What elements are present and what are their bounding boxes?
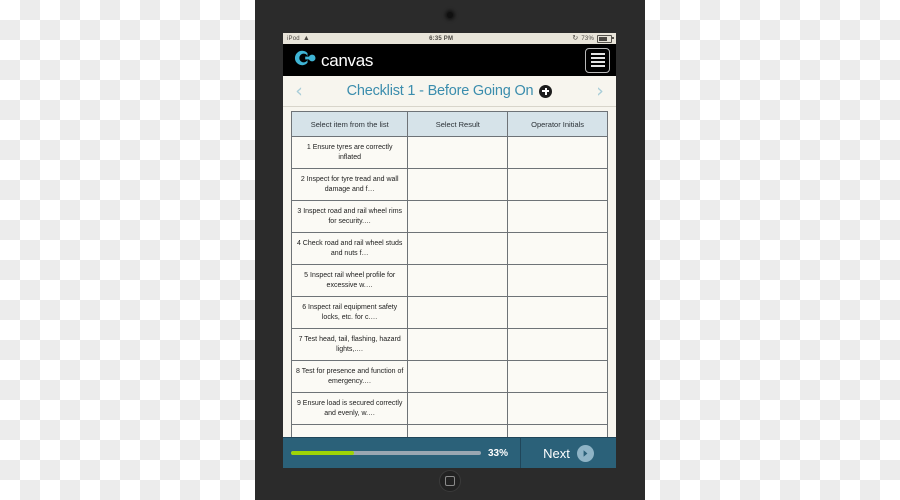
next-page-arrow-icon[interactable]: › — [590, 81, 610, 101]
table-body: 1 Ensure tyres are correctly inflated 2 I… — [290, 136, 608, 437]
rotation-lock-icon: ↻ — [572, 35, 579, 42]
table-row — [290, 424, 608, 437]
initials-cell[interactable] — [507, 200, 608, 233]
table-row: 6 Inspect rail equipment safety locks, e… — [290, 296, 608, 329]
table-header-row: Select item from the list Select Result … — [290, 111, 608, 137]
table-row: 3 Inspect road and rail wheel rims for s… — [290, 200, 608, 233]
checklist-table: Select item from the list Select Result … — [290, 111, 608, 437]
status-bar-time: 6:35 PM — [429, 35, 454, 42]
checklist-item-cell[interactable]: 2 Inspect for tyre tread and wall damage… — [290, 168, 409, 201]
checklist-item-cell[interactable]: 3 Inspect road and rail wheel rims for s… — [290, 200, 409, 233]
front-camera-icon — [447, 12, 453, 18]
initials-cell[interactable] — [507, 328, 608, 361]
add-icon[interactable] — [539, 84, 553, 98]
canvas-logo-text: canvas — [321, 50, 374, 70]
initials-cell[interactable] — [507, 296, 608, 329]
checklist-item-cell[interactable]: 9 Ensure load is secured correctly and e… — [290, 392, 409, 425]
progress-section: 33% — [283, 438, 520, 468]
checklist-item-cell[interactable]: 5 Inspect rail wheel profile for excessi… — [290, 264, 409, 297]
initials-cell[interactable] — [507, 424, 608, 437]
device-screen: iPod ▲ 6:35 PM ↻ 73% canvas ‹ Checklist … — [283, 33, 616, 468]
progress-percent-label: 33% — [488, 447, 509, 459]
table-row: 7 Test head, tail, flashing, hazard ligh… — [290, 328, 608, 361]
app-bar: canvas — [283, 44, 616, 76]
status-bar-right: ↻ 73% — [572, 34, 614, 43]
table-header: Select item from the list Select Result … — [290, 111, 608, 137]
initials-cell[interactable] — [507, 232, 608, 265]
checklist-item-cell[interactable]: 7 Test head, tail, flashing, hazard ligh… — [290, 328, 409, 361]
initials-cell[interactable] — [507, 168, 608, 201]
title-bar: ‹ Checklist 1 - Before Going On › — [283, 76, 616, 107]
result-cell[interactable] — [407, 360, 509, 393]
footer-bar: 33% Next — [283, 437, 616, 468]
checklist-item-cell[interactable]: 8 Test for presence and function of emer… — [290, 360, 409, 393]
battery-icon — [597, 34, 614, 43]
initials-cell[interactable] — [507, 136, 608, 169]
result-cell[interactable] — [407, 392, 509, 425]
result-cell[interactable] — [407, 136, 509, 169]
result-cell[interactable] — [407, 200, 509, 233]
arrow-right-circle-icon — [576, 444, 594, 462]
wifi-icon: ▲ — [302, 35, 310, 42]
next-button[interactable]: Next — [520, 438, 616, 468]
canvas-logo: canvas — [291, 48, 373, 73]
home-button-square-icon — [445, 476, 455, 486]
table-row: 2 Inspect for tyre tread and wall damage… — [290, 168, 608, 201]
checklist-item-cell[interactable]: 1 Ensure tyres are correctly inflated — [290, 136, 409, 169]
table-row: 8 Test for presence and function of emer… — [290, 360, 608, 393]
table-row: 4 Check road and rail wheel studs and nu… — [290, 232, 608, 265]
table-row: 5 Inspect rail wheel profile for excessi… — [290, 264, 608, 297]
status-bar: iPod ▲ 6:35 PM ↻ 73% — [283, 33, 616, 44]
checklist-item-cell[interactable]: 4 Check road and rail wheel studs and nu… — [290, 232, 409, 265]
result-cell[interactable] — [407, 296, 509, 329]
next-button-label: Next — [543, 445, 570, 461]
table-row: 9 Ensure load is secured correctly and e… — [290, 392, 608, 425]
page-title: Checklist 1 - Before Going On — [346, 83, 534, 99]
checklist-table-container[interactable]: Select item from the list Select Result … — [283, 107, 616, 437]
result-cell[interactable] — [407, 264, 509, 297]
column-header-item: Select item from the list — [290, 111, 409, 137]
result-cell[interactable] — [407, 232, 509, 265]
home-button[interactable] — [439, 470, 461, 492]
initials-cell[interactable] — [507, 392, 608, 425]
hamburger-menu-icon[interactable] — [585, 47, 610, 73]
result-cell[interactable] — [407, 328, 509, 361]
initials-cell[interactable] — [507, 360, 608, 393]
title-wrapper: Checklist 1 - Before Going On — [309, 83, 590, 99]
status-bar-left: iPod ▲ — [287, 35, 310, 42]
progress-bar-fill — [291, 451, 354, 455]
checklist-item-cell[interactable] — [290, 424, 409, 437]
initials-cell[interactable] — [507, 264, 608, 297]
carrier-label: iPod — [287, 35, 300, 42]
progress-bar — [291, 451, 481, 455]
battery-percent-label: 73% — [581, 35, 594, 42]
tablet-device: iPod ▲ 6:35 PM ↻ 73% canvas ‹ Checklist … — [255, 0, 645, 500]
table-row: 1 Ensure tyres are correctly inflated — [290, 136, 608, 169]
canvas-logo-icon — [291, 48, 317, 73]
column-header-initials: Operator Initials — [507, 111, 608, 137]
column-header-result: Select Result — [407, 111, 509, 137]
checklist-item-cell[interactable]: 6 Inspect rail equipment safety locks, e… — [290, 296, 409, 329]
result-cell[interactable] — [407, 168, 509, 201]
previous-page-arrow-icon[interactable]: ‹ — [289, 81, 309, 101]
result-cell[interactable] — [407, 424, 509, 437]
